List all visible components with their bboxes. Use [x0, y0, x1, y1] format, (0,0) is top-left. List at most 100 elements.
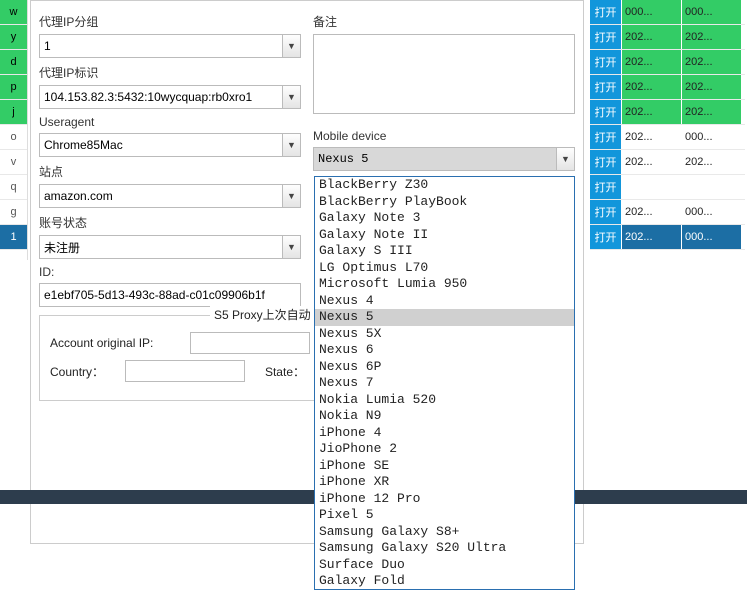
- mobile-device-option[interactable]: iPhone XR: [315, 474, 574, 491]
- proxy-group-input[interactable]: [39, 34, 301, 58]
- cell-col1: 000...: [622, 0, 682, 24]
- row-indicator[interactable]: o: [0, 125, 27, 150]
- cell-col1: 202...: [622, 50, 682, 74]
- mobile-device-option[interactable]: Galaxy Fold: [315, 573, 574, 590]
- mobile-device-option[interactable]: iPhone 4: [315, 425, 574, 442]
- mobile-device-option[interactable]: iPhone SE: [315, 458, 574, 475]
- table-row: 打开202...202...: [590, 25, 745, 50]
- proxy-group-label: 代理IP分组: [39, 13, 301, 30]
- table-row: 打开202...000...: [590, 225, 745, 250]
- open-button[interactable]: 打开: [590, 0, 622, 24]
- cell-col2: 000...: [682, 200, 742, 224]
- mobile-device-option[interactable]: Surface Duo: [315, 557, 574, 574]
- proxy-tag-label: 代理IP标识: [39, 64, 301, 81]
- dropdown-arrow-icon[interactable]: ▼: [556, 148, 574, 170]
- open-button[interactable]: 打开: [590, 50, 622, 74]
- mobile-device-option[interactable]: Nexus 5X: [315, 326, 574, 343]
- row-indicator[interactable]: v: [0, 150, 27, 175]
- cell-col1: 202...: [622, 200, 682, 224]
- mobile-device-dropdown-list[interactable]: BlackBerry Z30BlackBerry PlayBookGalaxy …: [314, 176, 575, 590]
- dropdown-arrow-icon[interactable]: ▼: [282, 236, 300, 258]
- mobile-device-option[interactable]: Galaxy S III: [315, 243, 574, 260]
- dropdown-arrow-icon[interactable]: ▼: [282, 185, 300, 207]
- proxy-group-combo[interactable]: ▼: [39, 34, 301, 58]
- row-indicator[interactable]: g: [0, 200, 27, 225]
- mobile-device-option[interactable]: Samsung Galaxy S20 Ultra: [315, 540, 574, 557]
- row-indicator[interactable]: w: [0, 0, 27, 25]
- cell-col2: 202...: [682, 50, 742, 74]
- useragent-label: Useragent: [39, 115, 301, 129]
- original-ip-label: Account original IP:: [50, 336, 190, 350]
- id-field: [39, 283, 301, 307]
- open-button[interactable]: 打开: [590, 75, 622, 99]
- table-row: 打开202...000...: [590, 125, 745, 150]
- dropdown-arrow-icon[interactable]: ▼: [282, 134, 300, 156]
- table-row: 打开202...000...: [590, 200, 745, 225]
- cell-col2: 000...: [682, 225, 742, 249]
- row-indicator[interactable]: y: [0, 25, 27, 50]
- mobile-device-option[interactable]: Nexus 7: [315, 375, 574, 392]
- open-button[interactable]: 打开: [590, 225, 622, 249]
- remark-textarea[interactable]: [313, 34, 575, 114]
- mobile-device-option[interactable]: Nexus 6: [315, 342, 574, 359]
- open-button[interactable]: 打开: [590, 150, 622, 174]
- site-combo[interactable]: ▼: [39, 184, 301, 208]
- row-indicator[interactable]: q: [0, 175, 27, 200]
- cell-col1: 202...: [622, 125, 682, 149]
- useragent-combo[interactable]: ▼: [39, 133, 301, 157]
- cell-col2: 000...: [682, 125, 742, 149]
- table-row: 打开202...202...: [590, 150, 745, 175]
- mobile-device-option[interactable]: Nexus 4: [315, 293, 574, 310]
- cell-col1: [622, 175, 682, 199]
- country-label: Country：: [50, 363, 125, 380]
- state-label: State：: [245, 363, 305, 380]
- cell-col1: 202...: [622, 225, 682, 249]
- mobile-device-option[interactable]: Nokia N9: [315, 408, 574, 425]
- cell-col2: 202...: [682, 25, 742, 49]
- mobile-device-option[interactable]: Nexus 5: [315, 309, 574, 326]
- dropdown-arrow-icon[interactable]: ▼: [282, 35, 300, 57]
- mobile-device-option[interactable]: JioPhone 2: [315, 441, 574, 458]
- open-button[interactable]: 打开: [590, 200, 622, 224]
- mobile-device-input[interactable]: [313, 147, 575, 171]
- remark-label: 备注: [313, 13, 575, 30]
- mobile-device-option[interactable]: Nexus 6P: [315, 359, 574, 376]
- table-row: 打开: [590, 175, 745, 200]
- id-input[interactable]: [39, 283, 301, 307]
- mobile-device-option[interactable]: Galaxy Note 3: [315, 210, 574, 227]
- row-indicator[interactable]: j: [0, 100, 27, 125]
- cell-col2: [682, 175, 742, 199]
- row-indicator[interactable]: d: [0, 50, 27, 75]
- site-label: 站点: [39, 163, 301, 180]
- dropdown-arrow-icon[interactable]: ▼: [282, 86, 300, 108]
- mobile-device-option[interactable]: Nokia Lumia 520: [315, 392, 574, 409]
- row-indicator[interactable]: p: [0, 75, 27, 100]
- original-ip-input[interactable]: [190, 332, 310, 354]
- mobile-device-option[interactable]: BlackBerry Z30: [315, 177, 574, 194]
- row-indicator[interactable]: 1: [0, 225, 27, 250]
- mobile-device-option[interactable]: iPhone 12 Pro: [315, 491, 574, 508]
- country-input[interactable]: [125, 360, 245, 382]
- s5-proxy-group-title: S5 Proxy上次自动: [210, 306, 315, 323]
- mobile-device-option[interactable]: Pixel 5: [315, 507, 574, 524]
- open-button[interactable]: 打开: [590, 175, 622, 199]
- id-label: ID:: [39, 265, 301, 279]
- mobile-device-combo[interactable]: ▼: [313, 147, 575, 171]
- mobile-device-option[interactable]: BlackBerry PlayBook: [315, 194, 574, 211]
- mobile-device-option[interactable]: Microsoft Lumia 950: [315, 276, 574, 293]
- useragent-input[interactable]: [39, 133, 301, 157]
- site-input[interactable]: [39, 184, 301, 208]
- open-button[interactable]: 打开: [590, 25, 622, 49]
- account-status-combo[interactable]: ▼: [39, 235, 301, 259]
- account-status-input[interactable]: [39, 235, 301, 259]
- open-button[interactable]: 打开: [590, 100, 622, 124]
- mobile-device-option[interactable]: LG Optimus L70: [315, 260, 574, 277]
- proxy-tag-combo[interactable]: ▼: [39, 85, 301, 109]
- cell-col1: 202...: [622, 75, 682, 99]
- mobile-device-option[interactable]: Samsung Galaxy S8+: [315, 524, 574, 541]
- mobile-device-option[interactable]: Galaxy Note II: [315, 227, 574, 244]
- open-button[interactable]: 打开: [590, 125, 622, 149]
- proxy-tag-input[interactable]: [39, 85, 301, 109]
- mobile-device-option[interactable]: Samsung Galaxy A51/71: [315, 590, 574, 591]
- cell-col1: 202...: [622, 150, 682, 174]
